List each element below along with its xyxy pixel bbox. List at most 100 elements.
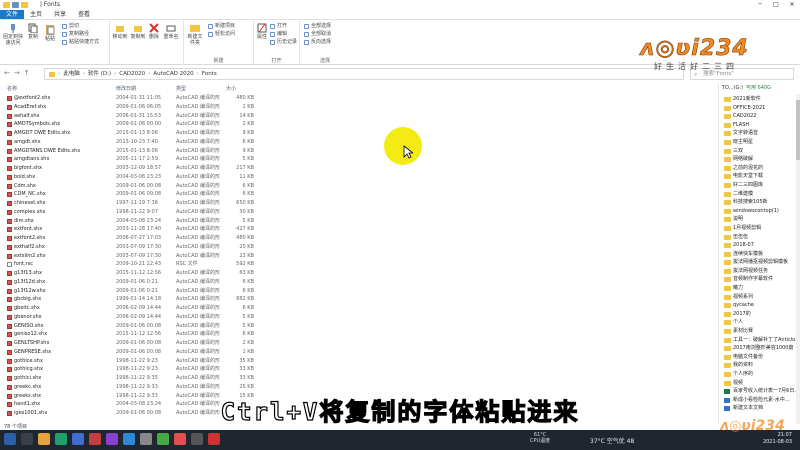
table-row[interactable]: g13f12w.shx 2009-01-06 0:21 AutoCAD 编译的形 6 … (0, 287, 715, 296)
app-icon[interactable] (191, 433, 203, 445)
tab-home[interactable]: 主页 (24, 10, 48, 19)
folder-item[interactable]: 拔法网视频任务 (719, 267, 800, 276)
folder-item[interactable]: 我的资料 (719, 361, 800, 370)
app-icon[interactable] (157, 433, 169, 445)
folder-item[interactable]: 说明 (719, 215, 800, 224)
back-arrow-icon[interactable]: ← (4, 69, 10, 77)
drive-header[interactable]: TO...(G:) 可用 640G (719, 84, 800, 93)
table-row[interactable]: aehalf.shx 2006-01-31 15:53 AutoCAD 编译的形 14… (0, 112, 715, 121)
scrollbar-thumb[interactable] (796, 100, 800, 160)
column-type[interactable]: 类型 (176, 85, 186, 92)
record-icon[interactable] (174, 433, 186, 445)
table-row[interactable]: gbeitc.shx 2006-02-09 14:44 AutoCAD 编译的形 6 … (0, 304, 715, 313)
folder-item[interactable]: 二维建模 (719, 190, 800, 199)
maximize-button[interactable]: □ (768, 0, 784, 10)
copy-button[interactable]: 复制 (26, 23, 40, 40)
pin-quick-access-button[interactable]: 固定到快速访问 (3, 23, 23, 46)
folder-item[interactable]: 文字转语音 (719, 129, 800, 138)
table-row[interactable]: AMGDT DWE Edits.shx 2015-01-13 8:06 AutoCA… (0, 129, 715, 138)
folder-icon[interactable] (3, 2, 10, 8)
breadcrumb-autocad-2020[interactable]: AutoCAD 2020 (153, 69, 193, 79)
select-none-button[interactable]: 全部取消 (304, 31, 331, 38)
open-button[interactable]: 打开 (270, 23, 287, 30)
new-item-button[interactable]: 新建项目 (208, 23, 235, 30)
table-row[interactable]: geniso12.shx 2015-11-12 12:56 AutoCAD 编译的形… (0, 330, 715, 339)
folder-item[interactable]: CAD2022 (719, 112, 800, 121)
table-row[interactable]: amgdt.shx 2013-10-23 7:40 AutoCAD 编译的形 6 KB (0, 138, 715, 147)
table-row[interactable]: extfont.shx 2003-11-28 17:40 AutoCAD 编译的形 4… (0, 225, 715, 234)
paste-shortcut-button[interactable]: 粘贴快捷方式 (62, 39, 99, 46)
select-all-button[interactable]: 全部选择 (304, 23, 331, 30)
clock[interactable]: 21:07 2021-08-03 (763, 432, 792, 446)
browser-icon[interactable] (55, 433, 67, 445)
folder-item[interactable]: 科技搜索105新 (719, 198, 800, 207)
table-row[interactable]: extfont2.shx 2006-07-27 17:03 AutoCAD 编译的形… (0, 234, 715, 243)
table-row[interactable]: chineset.shx 1997-11-19 7:36 AutoCAD 编译的形 6… (0, 199, 715, 208)
folder-item[interactable]: 电影天堂下载 (719, 172, 800, 181)
table-row[interactable]: GENISO.shx 2009-01-06 00:08 AutoCAD 编译的形 5 … (0, 322, 715, 331)
file-explorer-icon[interactable] (38, 433, 50, 445)
breadcrumb-this-pc[interactable]: 此电脑 (63, 69, 80, 79)
table-row[interactable]: exthalf2.shx 2003-07-09 17:30 AutoCAD 编译的形… (0, 243, 715, 252)
edit-button[interactable]: 编辑 (270, 31, 287, 38)
table-row[interactable]: greekc.shx 1998-11-22 9:33 AutoCAD 编译的形 25 … (0, 383, 715, 392)
table-row[interactable]: extslim2.shx 2003-07-09 17:30 AutoCAD 编译的形… (0, 252, 715, 261)
folder-item[interactable]: windowscontop(1) (719, 207, 800, 216)
app-icon[interactable] (208, 433, 220, 445)
breadcrumb[interactable]: › 此电脑 › 软件 (D:) › CAD2020 › AutoCAD 2020… (44, 68, 684, 80)
properties-button[interactable]: 属性 (256, 23, 268, 40)
tab-share[interactable]: 共享 (48, 10, 72, 19)
invert-selection-button[interactable]: 反向选择 (304, 39, 331, 46)
copy-path-button[interactable]: 复制路径 (62, 31, 89, 38)
rename-button[interactable]: 重命名 (162, 23, 180, 40)
folder-item[interactable]: 拔法网播抠视频剪辑模板 (719, 258, 800, 267)
folder-item[interactable]: FLASH (719, 121, 800, 130)
breadcrumb-cad2020[interactable]: CAD2020 (119, 69, 145, 79)
forward-arrow-icon[interactable]: → (14, 69, 20, 77)
table-row[interactable]: gothice.shx 1998-11-22 9:23 AutoCAD 编译的形 35… (0, 357, 715, 366)
column-date[interactable]: 修改日期 (116, 85, 136, 92)
minimize-button[interactable]: ─ (752, 0, 768, 10)
folder-item[interactable]: 曦力 (719, 284, 800, 293)
table-row[interactable]: g13f12d.shx 2009-01-06 0:21 AutoCAD 编译的形 6 … (0, 278, 715, 287)
easy-access-button[interactable]: 轻松访问 (208, 31, 235, 38)
folder-item[interactable]: 2017的 (719, 310, 800, 319)
photoshop-icon[interactable] (123, 433, 135, 445)
new-folder-button[interactable]: 新建文件夹 (186, 23, 204, 46)
table-row[interactable]: amgdtans.shx 2005-11-17 2:59 AutoCAD 编译的形 5… (0, 155, 715, 164)
cpu-temp-widget[interactable]: 61°C CPU温度 (530, 432, 550, 444)
folder-item[interactable]: 视频系列 (719, 293, 800, 302)
app-icon[interactable] (89, 433, 101, 445)
tab-file[interactable]: 文件 (0, 10, 25, 19)
table-row[interactable]: GENLTSHP.shx 2009-01-06 00:08 AutoCAD 编译的形… (0, 339, 715, 348)
start-icon[interactable] (4, 433, 16, 445)
delete-button[interactable]: 删除 (148, 23, 160, 40)
folder-item[interactable]: 之前的混花的 (719, 164, 800, 173)
folder-item[interactable]: 2017南浏整形美容1000篇 (719, 344, 800, 353)
folder-item[interactable]: 素材比赛 (719, 327, 800, 336)
breadcrumb-drive-d[interactable]: 软件 (D:) (88, 69, 111, 79)
table-row[interactable]: dim.shx 2004-03-08 23:24 AutoCAD 编译的形 5 KB (0, 217, 715, 226)
folder-item[interactable]: 工具一：破解补丁了Anticlo... (719, 336, 800, 345)
table-row[interactable]: gbcbig.shx 1999-01-14 14:18 AutoCAD 编译的形 88… (0, 295, 715, 304)
table-row[interactable]: bold.shx 2004-03-08 23:23 AutoCAD 编译的形 11 K… (0, 173, 715, 182)
folder-item[interactable]: 好二三四图库 (719, 181, 800, 190)
close-button[interactable]: ✕ (784, 0, 800, 10)
folder-item[interactable]: 2018-07 (719, 241, 800, 250)
scrollbar[interactable] (796, 94, 800, 424)
table-row[interactable]: complex.shx 1998-11-22 9:07 AutoCAD 编译的形 30… (0, 208, 715, 217)
table-row[interactable]: gothicg.shx 1998-11-22 9:23 AutoCAD 编译的形 33… (0, 365, 715, 374)
new-folder-icon[interactable] (21, 2, 28, 8)
column-size[interactable]: 大小 (226, 85, 236, 92)
history-button[interactable]: 历史记录 (270, 39, 297, 46)
folder-item[interactable]: 三双 (719, 147, 800, 156)
cut-button[interactable]: 剪切 (62, 23, 79, 30)
breadcrumb-fonts[interactable]: Fonts (202, 69, 217, 79)
table-row[interactable]: GENPRESE.shx 2009-01-06 00:08 AutoCAD 编译的形… (0, 348, 715, 357)
folder-item[interactable]: 连续快车模板 (719, 250, 800, 259)
folder-item[interactable]: OFFICE-2021 (719, 104, 800, 113)
app-icon[interactable] (106, 433, 118, 445)
folder-item[interactable]: 个人 (719, 318, 800, 327)
table-row[interactable]: font.rsc 2009-10-21 22:43 RSC 文件 592 KB (0, 260, 715, 269)
app-icon[interactable] (140, 433, 152, 445)
